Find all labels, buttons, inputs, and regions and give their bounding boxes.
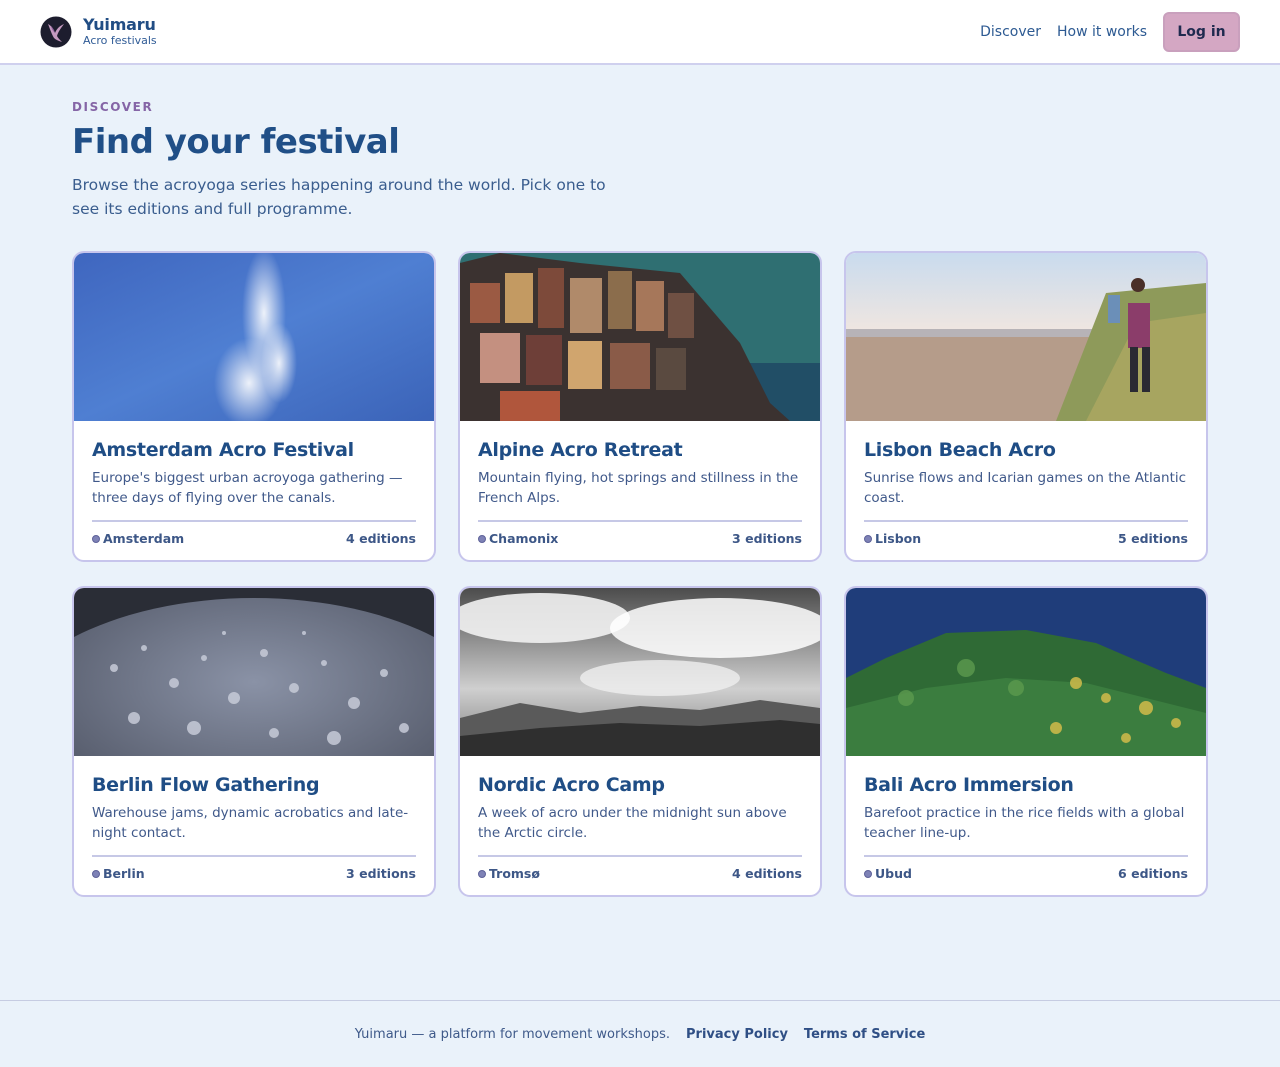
festival-location: Berlin [103, 866, 145, 881]
festival-card[interactable]: Nordic Acro Camp A week of acro under th… [458, 586, 822, 897]
festival-description: Europe's biggest urban acroyoga gatherin… [92, 470, 403, 506]
location-dot-icon [478, 534, 486, 543]
festival-location: Chamonix [489, 531, 559, 546]
location-dot-icon [478, 869, 486, 878]
brand-subtitle: Acro festivals [83, 34, 157, 47]
brand[interactable]: Yuimaru Acro festivals [40, 16, 157, 48]
festival-image-sky [74, 253, 434, 421]
main-content: DISCOVER Find your festival Browse the a… [0, 65, 1280, 897]
festival-description: Barefoot practice in the rice fields wit… [864, 805, 1185, 841]
festival-description: Sunrise flows and Icarian games on the A… [864, 470, 1187, 506]
location-dot-icon [92, 534, 100, 543]
festival-description: Mountain flying, hot springs and stillne… [478, 470, 799, 506]
festival-title: Amsterdam Acro Festival [92, 439, 354, 461]
festival-description: A week of acro under the midnight sun ab… [478, 805, 787, 841]
festival-description: Warehouse jams, dynamic acrobatics and l… [92, 805, 409, 841]
festival-image-mountain-clouds [460, 588, 820, 756]
terms-of-service-link[interactable]: Terms of Service [804, 1027, 925, 1042]
festival-image-beach [846, 253, 1206, 421]
festival-card[interactable]: Bali Acro Immersion Barefoot practice in… [844, 586, 1208, 897]
card-divider [864, 520, 1188, 522]
page-title: Find your festival [72, 122, 400, 162]
festival-title: Nordic Acro Camp [478, 774, 665, 796]
festival-editions: 4 editions [732, 866, 802, 881]
page-intro: Browse the acroyoga series happening aro… [72, 176, 606, 218]
festival-grid: Amsterdam Acro Festival Europe's biggest… [72, 251, 1208, 897]
festival-card[interactable]: Berlin Flow Gathering Warehouse jams, dy… [72, 586, 436, 897]
festival-image-water-drops [74, 588, 434, 756]
privacy-policy-link[interactable]: Privacy Policy [686, 1027, 788, 1042]
location-dot-icon [864, 869, 872, 878]
festival-card[interactable]: Lisbon Beach Acro Sunrise flows and Icar… [844, 251, 1208, 562]
site-footer: Yuimaru — a platform for movement worksh… [0, 1000, 1280, 1067]
festival-title: Bali Acro Immersion [864, 774, 1074, 796]
festival-image-cliff-town [460, 253, 820, 421]
festival-editions: 3 editions [346, 866, 416, 881]
festival-location: Amsterdam [103, 531, 185, 546]
festival-location: Ubud [875, 866, 912, 881]
festival-editions: 5 editions [1118, 531, 1188, 546]
festival-title: Alpine Acro Retreat [478, 439, 683, 461]
festival-location: Lisbon [875, 531, 922, 546]
card-divider [92, 855, 416, 857]
festival-title: Berlin Flow Gathering [92, 774, 320, 796]
login-button[interactable]: Log in [1163, 11, 1240, 52]
location-dot-icon [92, 869, 100, 878]
footer-tagline: Yuimaru — a platform for movement worksh… [354, 1026, 671, 1042]
festival-title: Lisbon Beach Acro [864, 439, 1056, 461]
nav-how-it-works-link[interactable]: How it works [1057, 24, 1147, 40]
card-divider [92, 520, 416, 522]
card-divider [864, 855, 1188, 857]
festival-editions: 3 editions [732, 531, 802, 546]
location-dot-icon [864, 534, 872, 543]
main-nav: Discover How it works Log in [980, 11, 1240, 52]
card-divider [478, 855, 802, 857]
festival-image-forest-coast [846, 588, 1206, 756]
festival-card[interactable]: Amsterdam Acro Festival Europe's biggest… [72, 251, 436, 562]
site-header: Yuimaru Acro festivals Discover How it w… [0, 0, 1280, 65]
festival-editions: 6 editions [1118, 866, 1188, 881]
festival-card[interactable]: Alpine Acro Retreat Mountain flying, hot… [458, 251, 822, 562]
card-divider [478, 520, 802, 522]
nav-discover-link[interactable]: Discover [980, 24, 1041, 40]
yuimaru-logo-icon [40, 16, 72, 47]
section-eyebrow: DISCOVER [72, 100, 154, 114]
festival-editions: 4 editions [346, 531, 416, 546]
brand-name: Yuimaru [83, 15, 156, 34]
festival-location: Tromsø [489, 866, 540, 881]
